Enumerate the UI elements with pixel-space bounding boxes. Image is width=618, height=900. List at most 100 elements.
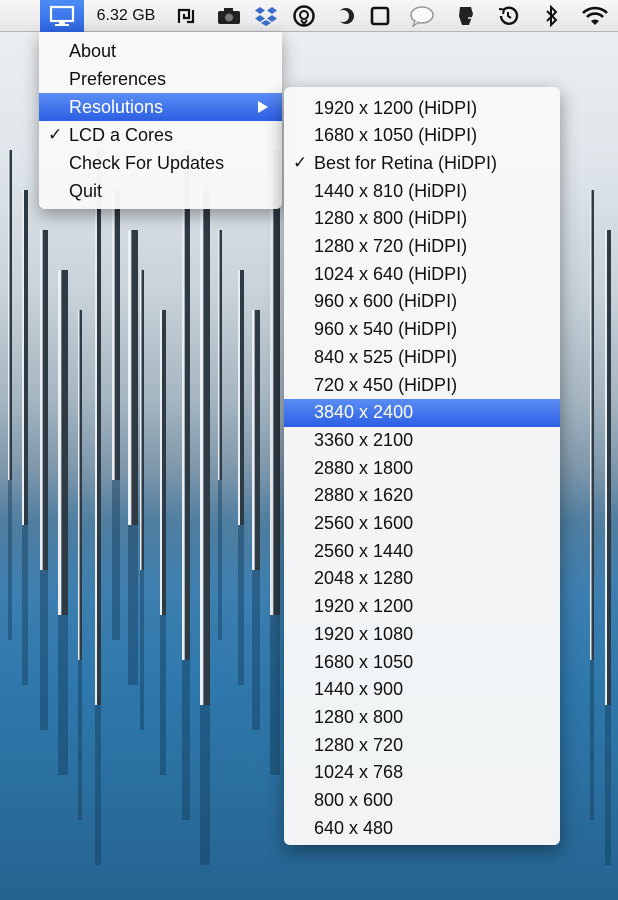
tree-reflection: [605, 705, 611, 865]
resolution-item[interactable]: 800 x 600: [284, 787, 560, 815]
resolution-item[interactable]: 1280 x 720: [284, 731, 560, 759]
resolution-label: 1024 x 768: [314, 762, 404, 783]
resolution-label: 2048 x 1280: [314, 568, 414, 589]
resolutions-submenu: 1920 x 1200 (HiDPI) 1680 x 1050 (HiDPI) ✓ B…: [284, 87, 560, 845]
submenu-arrow-icon: [258, 101, 268, 113]
tree-snow: [128, 230, 132, 525]
time-machine-icon[interactable]: [494, 0, 522, 32]
resolution-label: Best for Retina (HiDPI): [314, 152, 498, 173]
tree-snow: [112, 190, 115, 480]
resolution-item[interactable]: 1920 x 1200: [284, 593, 560, 621]
tree-reflection: [590, 660, 594, 820]
resolution-label: 1440 x 810 (HiDPI): [314, 180, 468, 201]
tree-snow: [78, 310, 80, 660]
resolution-item[interactable]: 1280 x 800 (HiDPI): [284, 205, 560, 233]
tree-snow: [182, 150, 185, 660]
resolution-label: 1280 x 720: [314, 734, 404, 755]
evernote-icon[interactable]: [452, 0, 480, 32]
resolution-item[interactable]: 720 x 450 (HiDPI): [284, 371, 560, 399]
menu-bar: 6.32 GB: [0, 0, 618, 32]
memory-indicator[interactable]: 6.32 GB: [90, 0, 162, 32]
cs-icon[interactable]: [290, 0, 318, 32]
tree-reflection: [78, 660, 82, 820]
tree-reflection: [8, 480, 12, 640]
tree-snow: [95, 150, 97, 705]
resolution-item[interactable]: ✓ Best for Retina (HiDPI): [284, 149, 560, 177]
resolution-label: 1680 x 1050 (HiDPI): [314, 125, 478, 146]
resolution-item[interactable]: 1440 x 900: [284, 676, 560, 704]
tree-reflection: [200, 705, 210, 865]
dropbox-icon[interactable]: [252, 0, 280, 32]
tree-snow: [200, 190, 204, 705]
wifi-icon[interactable]: [578, 0, 612, 32]
resolution-label: 3840 x 2400: [314, 402, 414, 423]
resolution-item[interactable]: 3840 x 2400: [284, 398, 560, 427]
resolution-item[interactable]: 2880 x 1800: [284, 454, 560, 482]
resolution-item[interactable]: 960 x 540 (HiDPI): [284, 316, 560, 344]
resolution-label: 1280 x 720 (HiDPI): [314, 236, 468, 256]
resolution-item[interactable]: 1440 x 810 (HiDPI): [284, 177, 560, 205]
bluetooth-icon[interactable]: [540, 0, 564, 32]
menu-item-label: Resolutions: [69, 96, 164, 117]
tree-reflection: [270, 615, 280, 775]
tree-reflection: [140, 570, 144, 730]
resolution-item[interactable]: 3360 x 2100: [284, 426, 560, 454]
resolution-label: 840 x 525 (HiDPI): [314, 346, 458, 367]
tree-snow: [270, 150, 274, 615]
resolution-label: 1680 x 1050: [314, 651, 414, 672]
tree-snow: [8, 150, 10, 480]
resolution-label: 1280 x 800 (HiDPI): [314, 208, 468, 229]
display-menu: About Preferences Resolutions ✓ LCD a Co…: [39, 32, 282, 209]
tree-reflection: [238, 525, 244, 685]
tree-reflection: [112, 480, 120, 640]
menu-item-lcd-a-cores[interactable]: ✓ LCD a Cores: [39, 121, 282, 149]
bracket-app-icon[interactable]: [174, 0, 200, 32]
resolution-item[interactable]: 1680 x 1050: [284, 648, 560, 676]
resolution-item[interactable]: 2560 x 1600: [284, 510, 560, 538]
resolution-item[interactable]: 2048 x 1280: [284, 565, 560, 593]
tree-reflection: [160, 615, 166, 775]
resolution-label: 720 x 450 (HiDPI): [314, 374, 458, 395]
tree-reflection: [22, 525, 28, 685]
camera-icon[interactable]: [214, 0, 244, 32]
checkmark-icon: ✓: [48, 125, 63, 144]
tree-snow: [140, 270, 142, 570]
speech-bubble-icon[interactable]: [406, 0, 438, 32]
resolution-item[interactable]: 640 x 480: [284, 814, 560, 842]
resolution-item[interactable]: 1920 x 1200 (HiDPI): [284, 94, 560, 122]
resolution-item[interactable]: 1280 x 720 (HiDPI): [284, 233, 560, 261]
tree-reflection: [128, 525, 138, 685]
resolution-item[interactable]: 2880 x 1620: [284, 482, 560, 510]
menu-item-label: LCD a Cores: [69, 124, 174, 145]
menu-item-label: Check For Updates: [69, 152, 225, 173]
resolution-label: 1280 x 800: [314, 706, 404, 727]
resolution-item[interactable]: 2560 x 1440: [284, 537, 560, 565]
resolution-item[interactable]: 1680 x 1050 (HiDPI): [284, 122, 560, 150]
tree-reflection: [252, 570, 260, 730]
resolution-item[interactable]: 960 x 600 (HiDPI): [284, 288, 560, 316]
menu-item-resolutions[interactable]: Resolutions: [39, 93, 282, 121]
display-menu-extra[interactable]: [40, 0, 84, 32]
moon-icon[interactable]: [332, 0, 360, 32]
tree-reflection: [95, 705, 101, 865]
menu-item-check-for-updates[interactable]: Check For Updates: [39, 149, 282, 177]
resolution-item[interactable]: 1024 x 640 (HiDPI): [284, 260, 560, 288]
tree-snow: [590, 190, 592, 660]
square-icon[interactable]: [366, 0, 394, 32]
resolution-label: 1920 x 1200: [314, 596, 414, 617]
resolution-label: 1920 x 1200 (HiDPI): [314, 97, 478, 118]
menu-item-label: Quit: [69, 180, 103, 201]
resolution-label: 1440 x 900: [314, 679, 404, 700]
tree-snow: [40, 230, 43, 570]
resolution-label: 2560 x 1440: [314, 540, 414, 561]
menu-item-preferences[interactable]: Preferences: [39, 65, 282, 93]
resolution-item[interactable]: 840 x 525 (HiDPI): [284, 343, 560, 371]
menu-item-quit[interactable]: Quit: [39, 177, 282, 205]
resolution-item[interactable]: 1920 x 1080: [284, 620, 560, 648]
resolution-label: 800 x 600: [314, 790, 394, 810]
resolution-item[interactable]: 1024 x 768: [284, 759, 560, 787]
tree-snow: [605, 230, 607, 705]
resolution-item[interactable]: 1280 x 800: [284, 703, 560, 731]
menu-item-about[interactable]: About: [39, 37, 282, 65]
tree-snow: [58, 270, 62, 615]
